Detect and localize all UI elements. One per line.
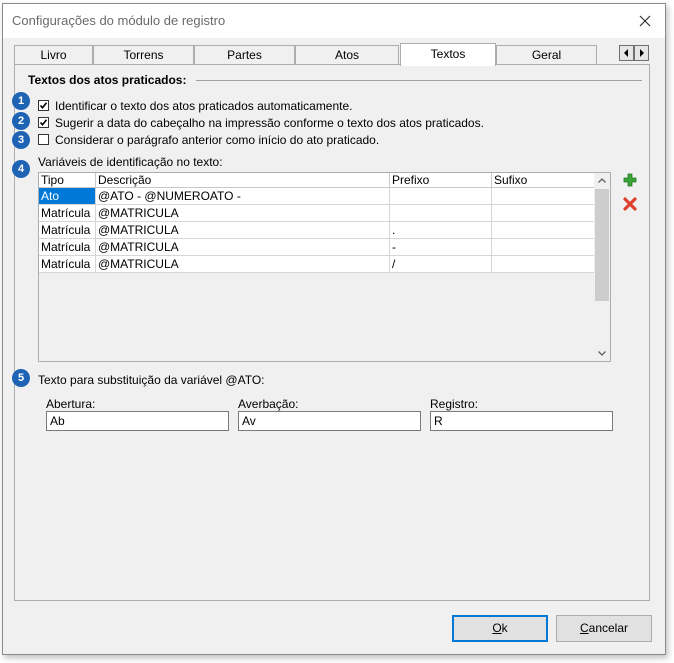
arrow-right-icon[interactable] <box>634 45 649 61</box>
table-cell-prefixo[interactable] <box>390 205 492 222</box>
registro-input[interactable] <box>430 411 613 431</box>
step-badge-5: 5 <box>12 369 30 387</box>
column-header-sufixo[interactable]: Sufixo <box>492 173 597 188</box>
option-label: Sugerir a data do cabeçalho na impressão… <box>55 116 484 130</box>
table-cell-sufixo[interactable] <box>492 205 597 222</box>
abertura-label: Abertura: <box>46 397 96 411</box>
cancel-button[interactable]: Cancelar <box>556 615 652 642</box>
registro-label: Registro: <box>430 397 479 411</box>
cancel-accelerator: C <box>579 621 589 635</box>
scroll-down-icon[interactable] <box>594 345 610 361</box>
step-badge-4: 4 <box>12 160 30 178</box>
tab-label: Textos <box>430 47 466 61</box>
ok-label: k <box>501 621 508 635</box>
variables-label: Variáveis de identificação no texto: <box>38 155 223 169</box>
title-bar: Configurações do módulo de registro <box>3 4 665 38</box>
delete-x-icon[interactable] <box>622 196 638 212</box>
table-scrollbar[interactable] <box>594 173 610 361</box>
ok-button[interactable]: Ok <box>452 615 548 642</box>
step-badge-2: 2 <box>12 112 30 130</box>
tab-textos[interactable]: Textos <box>400 43 496 66</box>
tab-label: Livro <box>40 48 67 62</box>
table-cell-sufixo[interactable] <box>492 256 597 273</box>
tab-strip: Livro Torrens Partes Atos Textos Geral <box>14 43 650 66</box>
section-title: Textos dos atos praticados: <box>28 73 187 87</box>
table-cell-prefixo[interactable] <box>390 188 492 205</box>
window-title: Configurações do módulo de registro <box>12 13 226 28</box>
scroll-up-icon[interactable] <box>594 173 610 189</box>
tab-label: Geral <box>531 48 562 62</box>
table-cell-prefixo[interactable]: . <box>390 222 492 239</box>
suggest-date-checkbox[interactable] <box>38 117 49 128</box>
table-cell-prefixo[interactable]: - <box>390 239 492 256</box>
table-cell-descricao[interactable]: @MATRICULA <box>96 205 390 222</box>
table-cell-tipo[interactable]: Matrícula <box>39 222 96 239</box>
column-header-tipo[interactable]: Tipo <box>39 173 96 188</box>
table-cell-descricao[interactable]: @MATRICULA <box>96 222 390 239</box>
previous-paragraph-checkbox[interactable] <box>38 134 49 145</box>
table-cell-tipo[interactable]: Matrícula <box>39 256 96 273</box>
section-divider <box>196 80 642 81</box>
abertura-input[interactable] <box>46 411 229 431</box>
table-cell-tipo[interactable]: Ato <box>39 188 96 205</box>
table-cell-tipo[interactable]: Matrícula <box>39 205 96 222</box>
option-label: Considerar o parágrafo anterior como iní… <box>55 133 380 147</box>
tab-geral[interactable]: Geral <box>496 45 597 64</box>
tab-torrens[interactable]: Torrens <box>93 45 194 64</box>
identify-text-checkbox[interactable] <box>38 100 49 111</box>
table-cell-descricao[interactable]: @MATRICULA <box>96 239 390 256</box>
table-cell-descricao[interactable]: @ATO - @NUMEROATO - <box>96 188 390 205</box>
step-badge-1: 1 <box>12 92 30 110</box>
close-icon[interactable] <box>635 11 655 31</box>
option-label: Identificar o texto dos atos praticados … <box>55 99 353 113</box>
table-cell-prefixo[interactable]: / <box>390 256 492 273</box>
tab-livro[interactable]: Livro <box>14 45 93 64</box>
column-header-prefixo[interactable]: Prefixo <box>390 173 492 188</box>
plus-icon[interactable] <box>622 172 638 188</box>
tab-label: Partes <box>227 48 262 62</box>
table-cell-descricao[interactable]: @MATRICULA <box>96 256 390 273</box>
table-cell-sufixo[interactable] <box>492 222 597 239</box>
table-cell-sufixo[interactable] <box>492 239 597 256</box>
scroll-thumb[interactable] <box>595 189 609 301</box>
tab-label: Atos <box>334 48 359 62</box>
arrow-left-icon[interactable] <box>619 45 634 61</box>
averbacao-input[interactable] <box>238 411 421 431</box>
cancel-label: ancelar <box>588 621 629 635</box>
tab-partes[interactable]: Partes <box>194 45 295 64</box>
table-cell-tipo[interactable]: Matrícula <box>39 239 96 256</box>
table-cell-sufixo[interactable] <box>492 188 597 205</box>
ok-accelerator: O <box>492 621 502 635</box>
variables-table[interactable]: Tipo Descrição Prefixo Sufixo Ato @ATO -… <box>38 172 611 362</box>
tab-label: Torrens <box>123 48 164 62</box>
step-badge-3: 3 <box>12 131 30 149</box>
substitution-label: Texto para substituição da variável @ATO… <box>38 373 265 387</box>
tab-atos[interactable]: Atos <box>295 45 399 64</box>
averbacao-label: Averbação: <box>238 397 299 411</box>
column-header-descricao[interactable]: Descrição <box>96 173 390 188</box>
